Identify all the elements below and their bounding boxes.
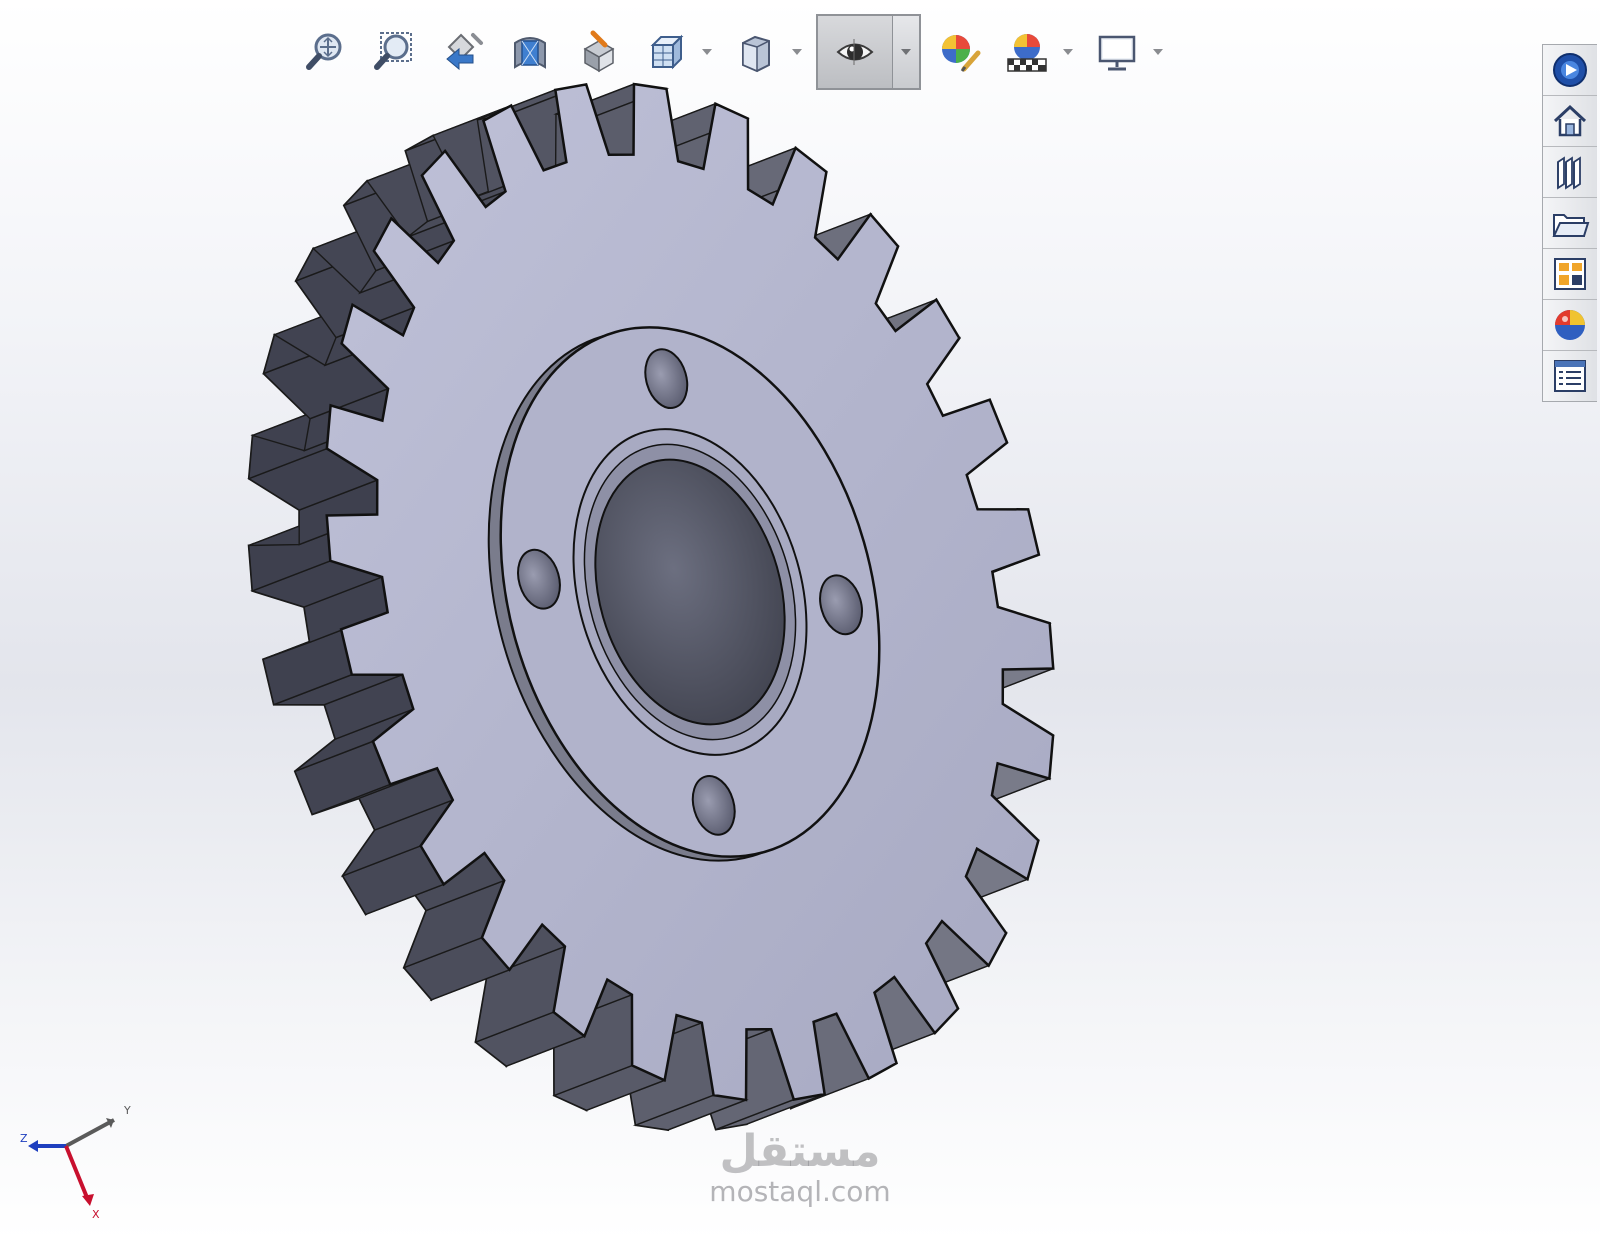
view-orientation-button[interactable] (636, 22, 696, 82)
tab-home[interactable] (1543, 96, 1597, 147)
task-pane-tabs (1542, 44, 1597, 402)
zoom-to-area-icon (374, 32, 412, 70)
tab-design-library[interactable] (1543, 147, 1597, 198)
z-axis-label: Z (20, 1132, 28, 1145)
chevron-down-icon (1063, 49, 1073, 55)
zoom-to-area-button[interactable] (364, 22, 424, 82)
chevron-down-icon (702, 49, 712, 55)
display-style-icon (742, 35, 770, 73)
hide-show-items-button[interactable] (818, 16, 893, 88)
tab-appearances-scenes[interactable] (1543, 300, 1597, 351)
chevron-down-icon (901, 49, 911, 55)
chevron-down-icon (1153, 49, 1163, 55)
apply-scene-icon (1007, 34, 1047, 72)
section-view-button[interactable] (500, 22, 560, 82)
watermark-latin: mostaql.com (709, 1175, 891, 1208)
tab-custom-properties[interactable] (1543, 351, 1597, 401)
edit-appearance-icon (942, 35, 981, 72)
custom-properties-icon (1554, 360, 1586, 392)
x-axis-arrow-icon (82, 1194, 94, 1206)
previous-view-button[interactable] (432, 22, 492, 82)
appearances-scenes-icon (1555, 310, 1585, 340)
apply-scene-button[interactable] (997, 22, 1057, 82)
hide-show-items-icon (836, 39, 874, 65)
hide-show-items-group (816, 14, 921, 90)
section-view-icon (514, 37, 546, 69)
view-settings-button[interactable] (1087, 22, 1147, 82)
file-explorer-icon (1552, 214, 1590, 237)
z-axis-arrow-icon (28, 1140, 38, 1152)
display-style-button[interactable] (726, 22, 786, 82)
apply-scene-dropdown[interactable] (1057, 22, 1079, 82)
y-axis (65, 1118, 115, 1148)
edit-appearance-button[interactable] (929, 22, 989, 82)
x-axis-label: X (92, 1208, 100, 1221)
y-axis-label: Y (123, 1104, 131, 1117)
x-axis (64, 1145, 90, 1201)
hide-show-items-dropdown[interactable] (893, 16, 919, 88)
view-orientation-dropdown[interactable] (696, 22, 718, 82)
tab-file-explorer[interactable] (1543, 198, 1597, 249)
display-style-dropdown[interactable] (786, 22, 808, 82)
view-palette-icon (1554, 258, 1586, 290)
reference-triad[interactable]: Y Z X (14, 1100, 144, 1230)
gear-model[interactable] (0, 0, 1600, 1240)
home-icon (1553, 104, 1587, 137)
design-library-icon (1557, 156, 1581, 190)
view-settings-dropdown[interactable] (1147, 22, 1169, 82)
view-selector-button[interactable] (568, 22, 628, 82)
view-orientation-icon (650, 34, 684, 70)
zoom-to-fit-icon (306, 33, 342, 70)
tab-solidworks-resources[interactable] (1543, 45, 1597, 96)
tab-view-palette[interactable] (1543, 249, 1597, 300)
watermark-arabic: مستقل (719, 1126, 881, 1177)
watermark: مستقل mostaql.com (700, 1128, 900, 1208)
solidworks-resources-icon (1553, 53, 1587, 87)
chevron-down-icon (792, 49, 802, 55)
heads-up-view-toolbar (296, 14, 1169, 90)
view-settings-icon (1098, 35, 1136, 71)
previous-view-icon (446, 33, 483, 71)
graphics-area[interactable]: Y Z X مستقل mostaql.com (0, 0, 1600, 1240)
view-selector-icon (583, 30, 615, 73)
zoom-to-fit-button[interactable] (296, 22, 356, 82)
